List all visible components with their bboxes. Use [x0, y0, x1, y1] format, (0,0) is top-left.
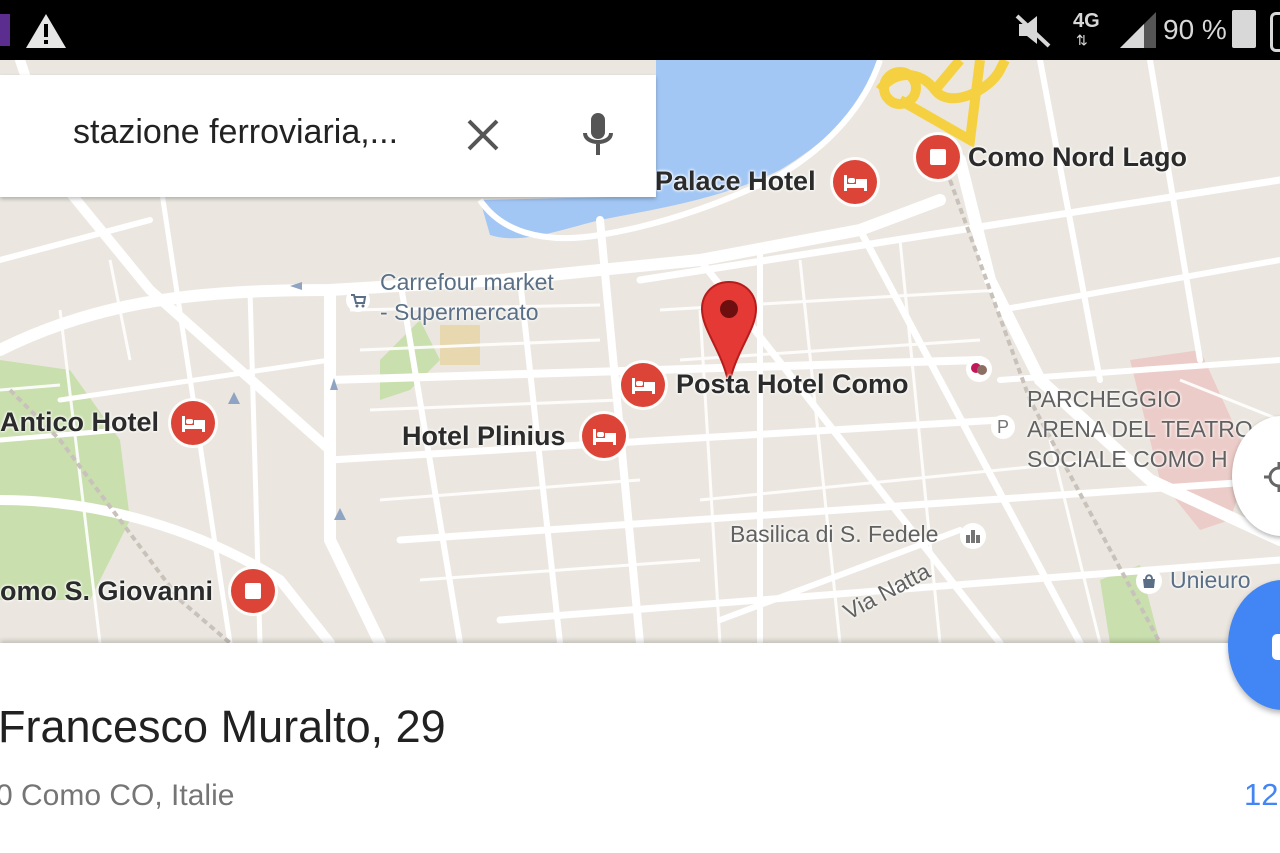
theater-icon	[966, 356, 992, 382]
hotel-icon[interactable]	[833, 160, 877, 204]
screen-rotation-icon	[1270, 12, 1280, 52]
battery-percent: 90 %	[1163, 14, 1227, 45]
place-title: Francesco Muralto, 29	[0, 701, 446, 752]
car-icon	[1272, 634, 1280, 660]
church-icon	[960, 523, 986, 549]
data-arrows: ⇅	[1076, 32, 1088, 48]
travel-time: 12	[1244, 777, 1279, 812]
mute-icon	[1015, 14, 1051, 48]
signal-icon	[1120, 12, 1156, 48]
network-type: 4G	[1073, 10, 1100, 32]
hotel-icon[interactable]	[621, 363, 665, 407]
poi-label-como-nord-lago[interactable]: Como Nord Lago	[968, 142, 1187, 173]
poi-label-parcheggio-line2[interactable]: ARENA DEL TEATRO	[1027, 414, 1253, 444]
transit-station-icon[interactable]	[231, 569, 275, 613]
search-input[interactable]: stazione ferroviaria,...	[73, 113, 398, 152]
hotel-icon[interactable]	[171, 401, 215, 445]
poi-label-carrefour[interactable]: Carrefour market	[380, 267, 554, 297]
shopping-cart-icon	[346, 288, 370, 312]
mic-icon[interactable]	[580, 111, 616, 161]
poi-label-carrefour-sub[interactable]: - Supermercato	[380, 297, 539, 327]
search-bar[interactable]: stazione ferroviaria,...	[0, 75, 656, 197]
poi-label-parcheggio[interactable]: PARCHEGGIO	[1027, 384, 1181, 414]
poi-label-palace-hotel[interactable]: Palace Hotel	[655, 166, 816, 197]
poi-label-basilica[interactable]: Basilica di S. Fedele	[730, 519, 938, 549]
place-address: 0 Como CO, Italie	[0, 779, 235, 812]
poi-label-posta-hotel[interactable]: Posta Hotel Como	[676, 369, 909, 400]
warning-icon	[26, 14, 66, 48]
poi-label-parcheggio-line3[interactable]: SOCIALE COMO H	[1027, 444, 1228, 474]
transit-station-icon[interactable]	[916, 135, 960, 179]
place-info-sheet[interactable]: Francesco Muralto, 29 0 Como CO, Italie …	[0, 643, 1280, 853]
shopping-bag-icon	[1136, 568, 1162, 594]
parking-letter-icon: P	[991, 415, 1015, 439]
battery-icon	[1232, 10, 1256, 48]
poi-label-hotel-plinius[interactable]: Hotel Plinius	[402, 421, 566, 452]
hotel-icon[interactable]	[582, 414, 626, 458]
crosshair-icon	[1264, 462, 1280, 492]
poi-label-unieuro[interactable]: Unieuro	[1170, 565, 1251, 595]
status-bar: 4G ⇅ 90 %	[0, 0, 1280, 60]
poi-label-como-s-giovanni[interactable]: omo S. Giovanni	[0, 576, 213, 607]
poi-label-antico-hotel[interactable]: Antico Hotel	[0, 407, 159, 438]
close-icon[interactable]	[465, 117, 501, 153]
app-notification-icon	[0, 14, 10, 46]
